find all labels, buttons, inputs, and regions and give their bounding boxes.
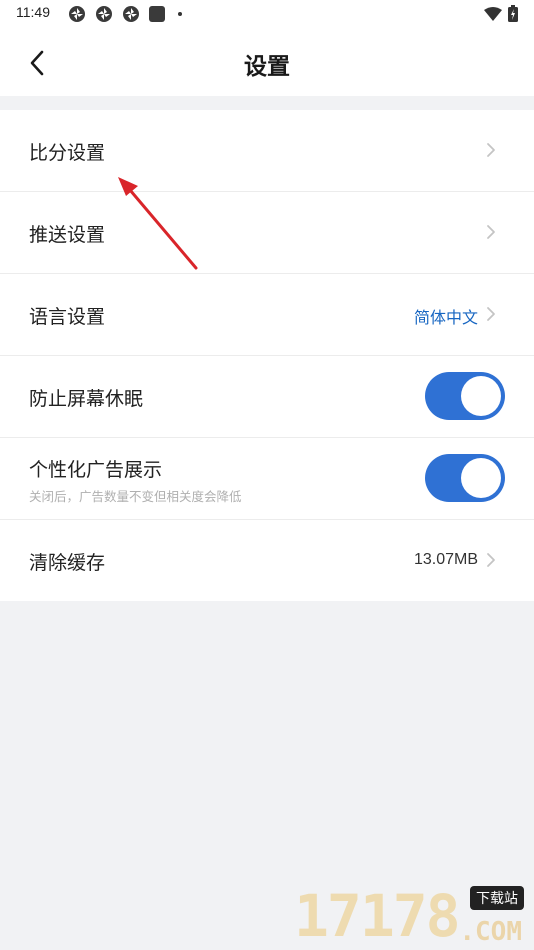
settings-item-description: 关闭后，广告数量不变但相关度会降低 bbox=[29, 489, 242, 504]
settings-item-push[interactable]: 推送设置 bbox=[0, 192, 534, 274]
toggle-knob bbox=[461, 458, 501, 498]
chevron-right-icon bbox=[487, 143, 495, 157]
status-time: 11:49 bbox=[16, 4, 50, 20]
app-notification-icon bbox=[96, 6, 112, 22]
app-notification-icon bbox=[123, 6, 139, 22]
settings-item-personalized-ads: 个性化广告展示 关闭后，广告数量不变但相关度会降低 bbox=[0, 438, 534, 520]
battery-icon bbox=[508, 5, 518, 22]
app-square-icon bbox=[149, 6, 165, 22]
settings-item-label: 推送设置 bbox=[29, 224, 106, 246]
status-system-icons bbox=[484, 5, 518, 22]
settings-list: 比分设置 推送设置 语言设置 简体中文 防止屏幕休眠 个性化广告展示 关闭后，广… bbox=[0, 110, 534, 601]
language-value: 简体中文 bbox=[413, 308, 478, 327]
wifi-icon bbox=[484, 6, 502, 21]
settings-item-clear-cache[interactable]: 清除缓存 13.07MB bbox=[0, 520, 534, 601]
settings-item-score[interactable]: 比分设置 bbox=[0, 110, 534, 192]
toggle-knob bbox=[461, 376, 501, 416]
settings-item-label: 清除缓存 bbox=[29, 552, 106, 574]
chevron-right-icon bbox=[487, 553, 495, 567]
page-title: 设置 bbox=[244, 54, 290, 80]
cache-size-value: 13.07MB bbox=[413, 551, 478, 568]
site-watermark: 17178 下载站 .COM bbox=[294, 886, 524, 946]
settings-item-language[interactable]: 语言设置 简体中文 bbox=[0, 274, 534, 356]
settings-item-label: 个性化广告展示 bbox=[29, 459, 163, 481]
status-notification-icons bbox=[68, 5, 182, 23]
watermark-badge: 下载站 bbox=[470, 886, 524, 910]
settings-item-keep-awake: 防止屏幕休眠 bbox=[0, 356, 534, 438]
app-header: 设置 bbox=[0, 28, 534, 96]
status-bar: 11:49 bbox=[0, 0, 534, 28]
more-notifications-icon bbox=[178, 12, 182, 16]
settings-item-label: 比分设置 bbox=[29, 142, 106, 164]
chevron-right-icon bbox=[487, 307, 495, 321]
watermark-digits: 17178 bbox=[294, 882, 461, 950]
chevron-right-icon bbox=[487, 225, 495, 239]
settings-item-label: 语言设置 bbox=[29, 306, 106, 328]
settings-item-label: 防止屏幕休眠 bbox=[29, 388, 144, 410]
app-notification-icon bbox=[69, 6, 85, 22]
watermark-suffix: .COM bbox=[459, 917, 522, 947]
personalized-ads-toggle[interactable] bbox=[425, 454, 505, 502]
keep-awake-toggle[interactable] bbox=[425, 372, 505, 420]
section-divider bbox=[0, 96, 534, 110]
